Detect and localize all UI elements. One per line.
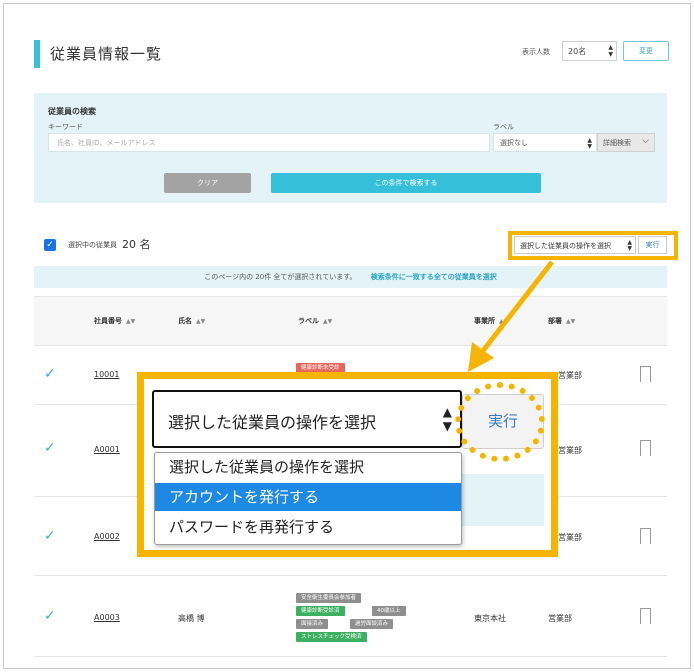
dropdown-option-reissue-password[interactable]: パスワードを再発行する	[155, 513, 461, 541]
operation-select-zoomed-value: 選択した従業員の操作を選択	[168, 413, 377, 432]
callout-arrow	[468, 260, 554, 372]
operation-dropdown: 選択した従業員の操作を選択 アカウントを発行する パスワードを再発行する	[154, 452, 462, 545]
operation-select-zoomed[interactable]: 選択した従業員の操作を選択 ▲ ▼	[152, 390, 462, 448]
zoom-background-panel	[462, 474, 544, 526]
dropdown-option[interactable]: 選択した従業員の操作を選択	[155, 453, 461, 481]
dropdown-option-issue-account[interactable]: アカウントを発行する	[155, 483, 461, 511]
highlight-circle	[455, 382, 545, 462]
select-arrows-icon: ▲ ▼	[442, 405, 452, 433]
